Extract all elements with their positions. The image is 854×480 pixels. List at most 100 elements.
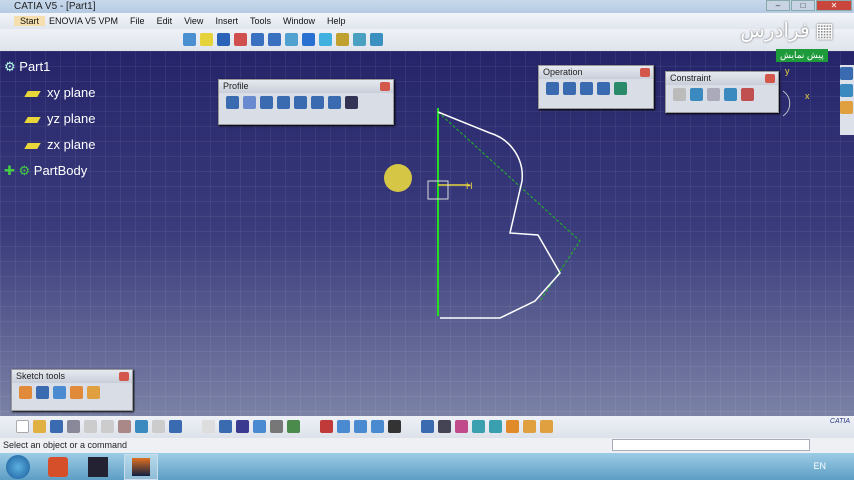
pan-icon[interactable]	[217, 33, 230, 46]
operation-toolbar-title[interactable]: Operation	[539, 66, 653, 79]
menu-window[interactable]: Window	[283, 16, 315, 26]
lock-icon[interactable]	[270, 420, 284, 433]
edit-multi-constraint-icon[interactable]	[741, 88, 754, 101]
trim-icon[interactable]	[580, 82, 593, 95]
paste-icon[interactable]	[118, 420, 131, 433]
catia-taskbar-icon[interactable]	[88, 457, 108, 477]
measure-icon[interactable]	[337, 420, 351, 433]
menu-tools[interactable]: Tools	[250, 16, 271, 26]
corner-icon[interactable]	[546, 82, 559, 95]
menu-insert[interactable]: Insert	[215, 16, 238, 26]
spline-icon[interactable]	[277, 96, 290, 109]
sketch-analysis-icon[interactable]	[320, 420, 334, 433]
table-icon[interactable]	[236, 420, 250, 433]
mass-icon[interactable]	[354, 420, 368, 433]
measure-item-icon[interactable]	[438, 420, 452, 433]
rotate-icon[interactable]	[234, 33, 247, 46]
menu-edit[interactable]: Edit	[157, 16, 173, 26]
menu-enovia[interactable]: ENOVIA V5 VPM	[49, 16, 118, 26]
constraint-toolbar-title[interactable]: Constraint	[666, 72, 778, 85]
sketcher-icon[interactable]	[840, 67, 853, 80]
menu-start[interactable]: Start	[14, 16, 46, 26]
ellipse-icon[interactable]	[294, 96, 307, 109]
render-icon[interactable]	[489, 420, 503, 433]
close-icon[interactable]	[765, 74, 775, 83]
minimize-button[interactable]: –	[766, 0, 790, 11]
iso-view-icon[interactable]	[319, 33, 332, 46]
line-icon[interactable]	[311, 96, 324, 109]
construction-element-icon[interactable]	[53, 386, 66, 399]
geometric-constraints-icon[interactable]	[70, 386, 83, 399]
maximize-button[interactable]: □	[791, 0, 815, 11]
command-input[interactable]	[612, 439, 810, 451]
menu-help[interactable]: Help	[327, 16, 346, 26]
formula-icon[interactable]	[202, 420, 216, 433]
axis-icon[interactable]	[328, 96, 341, 109]
snapshot-icon[interactable]	[506, 420, 520, 433]
close-icon[interactable]	[119, 372, 129, 381]
undo-icon[interactable]	[135, 420, 148, 433]
zoom-in-icon[interactable]	[251, 33, 264, 46]
catia-window-taskbar-item[interactable]	[124, 454, 158, 480]
constraint-dialog-icon[interactable]	[673, 88, 686, 101]
whats-this-icon[interactable]	[169, 420, 182, 433]
profile-icon[interactable]	[226, 96, 239, 109]
measure-between-icon[interactable]	[421, 420, 435, 433]
exit-workbench-icon[interactable]	[840, 84, 853, 97]
tools-icon[interactable]	[523, 420, 537, 433]
contact-constraint-icon[interactable]	[707, 88, 720, 101]
normal-view-icon[interactable]	[285, 33, 298, 46]
multi-view-icon[interactable]	[302, 33, 315, 46]
new-icon[interactable]	[16, 420, 29, 433]
cut-icon[interactable]	[84, 420, 97, 433]
menu-file[interactable]: File	[130, 16, 145, 26]
3d-viewport[interactable]: ⚙ Part1 xy plane yz plane zx plane ✚ ⚙ P…	[0, 51, 854, 416]
language-indicator[interactable]: EN	[813, 461, 826, 471]
zoom-out-icon[interactable]	[268, 33, 281, 46]
parameters-icon[interactable]	[287, 420, 301, 433]
options-icon[interactable]	[540, 420, 554, 433]
animate-constraint-icon[interactable]	[724, 88, 737, 101]
fit-all-icon[interactable]	[200, 33, 213, 46]
profile-toolbar-title[interactable]: Profile	[219, 80, 393, 93]
sketch-tools-title[interactable]: Sketch tools	[12, 370, 132, 383]
close-icon[interactable]	[640, 68, 650, 77]
mirror-icon[interactable]	[597, 82, 610, 95]
visualization-icon[interactable]	[388, 420, 402, 433]
windows-start-button[interactable]	[6, 455, 30, 479]
sketch-profile[interactable]	[437, 111, 561, 319]
knowledge-icon[interactable]	[219, 420, 233, 433]
close-button[interactable]: ✕	[816, 0, 852, 11]
compass-icon[interactable]	[782, 90, 791, 117]
powerpoint-taskbar-icon[interactable]	[48, 457, 68, 477]
dimensional-constraints-icon[interactable]	[87, 386, 100, 399]
copy-icon[interactable]	[101, 420, 114, 433]
hide-show-icon[interactable]	[353, 33, 366, 46]
save-icon[interactable]	[50, 420, 63, 433]
view-mode-icon[interactable]	[472, 420, 486, 433]
open-icon[interactable]	[33, 420, 46, 433]
apply-material-icon[interactable]	[455, 420, 469, 433]
rectangle-icon[interactable]	[243, 96, 256, 109]
redo-icon[interactable]	[152, 420, 165, 433]
select-icon[interactable]	[840, 101, 853, 114]
menu-view[interactable]: View	[184, 16, 203, 26]
status-message: Select an object or a command	[3, 440, 128, 450]
snap-to-point-icon[interactable]	[36, 386, 49, 399]
circle-icon[interactable]	[260, 96, 273, 109]
point-icon[interactable]	[345, 96, 358, 109]
analysis-icon[interactable]	[253, 420, 267, 433]
project-3d-icon[interactable]	[614, 82, 627, 95]
constraint-icon[interactable]	[690, 88, 703, 101]
cut-part-icon[interactable]	[371, 420, 385, 433]
preview-badge: پیش نمایش	[776, 49, 828, 62]
print-icon[interactable]	[67, 420, 80, 433]
sketch-tools-toolbar: Sketch tools	[11, 369, 133, 411]
swap-visible-icon[interactable]	[370, 33, 383, 46]
shading-icon[interactable]	[336, 33, 349, 46]
chamfer-icon[interactable]	[563, 82, 576, 95]
grid-icon[interactable]	[19, 386, 32, 399]
close-icon[interactable]	[380, 82, 390, 91]
right-toolbar	[840, 65, 854, 135]
fly-mode-icon[interactable]	[183, 33, 196, 46]
